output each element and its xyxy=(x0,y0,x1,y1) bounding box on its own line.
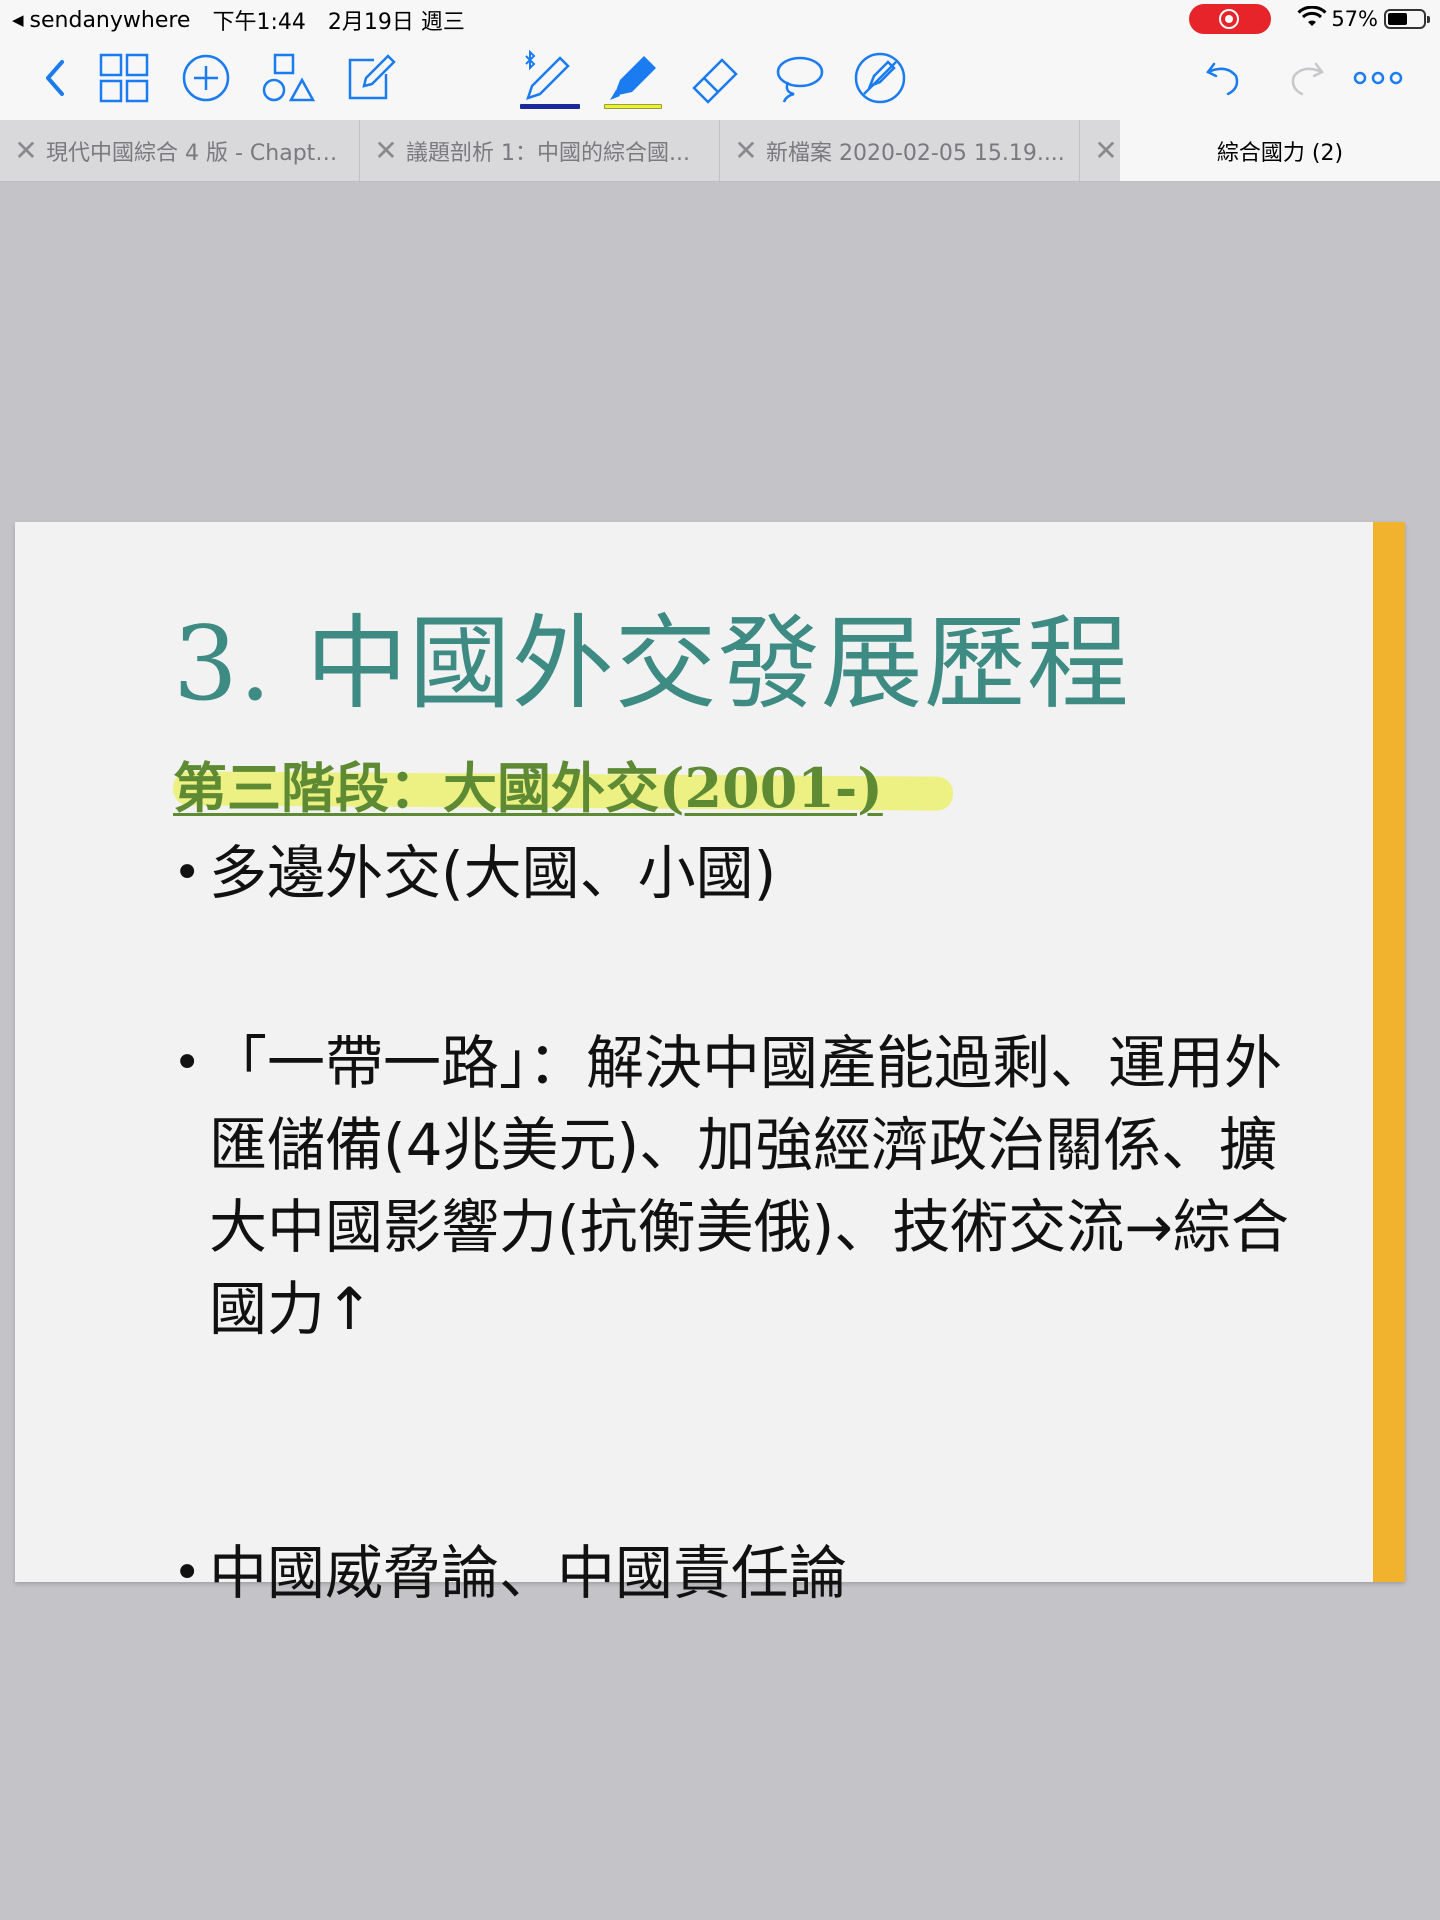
status-time: 下午1:44 xyxy=(212,10,306,35)
close-tab-icon[interactable]: ✕ xyxy=(6,134,46,167)
battery-icon xyxy=(1384,9,1430,29)
tab-label: 議題剖析 1：中國的綜合國... xyxy=(406,140,690,166)
bullet-text: 多邊外交(大國、小國) xyxy=(209,839,777,907)
disable-touch-icon[interactable] xyxy=(848,46,912,110)
toolbar xyxy=(0,38,1440,120)
tab-document-1[interactable]: ✕ 現代中國綜合 4 版 - Chapte... xyxy=(0,120,360,181)
add-circle-icon[interactable] xyxy=(174,46,238,110)
tab-label: 現代中國綜合 4 版 - Chapte... xyxy=(46,140,350,166)
slide-page[interactable]: 3. 中國外交發展歷程 第三階段：大國外交(2001-) • 多邊外交(大國、小… xyxy=(15,522,1405,1607)
bullet-item: • 中國威脅論、中國責任論 xyxy=(173,1532,1323,1614)
wifi-icon xyxy=(1297,5,1327,33)
back-to-app-label[interactable]: sendanywhere xyxy=(30,8,191,33)
bullet-dot: • xyxy=(173,845,202,901)
slide-subheading: 第三階段：大國外交(2001-) xyxy=(173,756,883,820)
highlighter-color-indicator xyxy=(604,104,662,109)
back-chevron-icon[interactable] xyxy=(24,46,88,110)
tab-label: 綜合國力 (2) xyxy=(1216,140,1344,166)
tab-document-4-active[interactable]: 綜合國力 (2) xyxy=(1120,120,1440,181)
bullet-text: 「一帶一路」：解決中國產能過剩、運用外匯儲備(4兆美元)、加強經濟政治關係、擴大… xyxy=(209,1029,1289,1343)
eraser-icon[interactable] xyxy=(684,46,748,110)
screen-recording-icon[interactable] xyxy=(1189,4,1272,34)
undo-icon[interactable] xyxy=(1192,46,1256,110)
tab-document-3[interactable]: ✕ 新檔案 2020-02-05 15.19.... xyxy=(720,120,1080,181)
battery-percent: 57% xyxy=(1331,7,1378,31)
slide-title: 3. 中國外交發展歷程 xyxy=(173,605,1130,724)
pen-color-indicator xyxy=(520,104,580,109)
status-right: 57% xyxy=(1189,4,1430,34)
edit-compose-icon[interactable] xyxy=(338,46,402,110)
lasso-icon[interactable] xyxy=(766,46,830,110)
tab-label: 新檔案 2020-02-05 15.19.... xyxy=(766,140,1065,166)
bullet-dot: • xyxy=(173,1545,202,1601)
status-date: 2月19日 週三 xyxy=(327,10,465,35)
redo-icon xyxy=(1274,46,1338,110)
pen-bluetooth-icon[interactable] xyxy=(518,46,582,110)
slide-accent-bar xyxy=(1373,522,1405,1582)
document-tab-bar: ✕ 現代中國綜合 4 版 - Chapte... ✕ 議題剖析 1：中國的綜合國… xyxy=(0,120,1440,182)
bullet-item: • 多邊外交(大國、小國) xyxy=(173,832,1323,914)
thumbnails-grid-icon[interactable] xyxy=(92,46,156,110)
status-bar: ◀ sendanywhere 下午1:44 2月19日 週三 57% xyxy=(0,0,1440,38)
bullet-dot: • xyxy=(173,1035,202,1091)
battery-fill xyxy=(1388,13,1407,25)
more-icon[interactable] xyxy=(1346,46,1410,110)
close-tab-icon[interactable]: ✕ xyxy=(726,134,766,167)
highlighter-icon[interactable] xyxy=(602,46,666,110)
bullet-text: 中國威脅論、中國責任論 xyxy=(209,1539,848,1607)
status-left: ◀ sendanywhere 下午1:44 2月19日 週三 xyxy=(12,4,465,36)
close-tab-icon[interactable]: ✕ xyxy=(366,134,406,167)
bullet-item: • 「一帶一路」：解決中國產能過剩、運用外匯儲備(4兆美元)、加強經濟政治關係、… xyxy=(173,1022,1333,1350)
tab-document-2[interactable]: ✕ 議題剖析 1：中國的綜合國... xyxy=(360,120,720,181)
shapes-icon[interactable] xyxy=(256,46,320,110)
back-to-app-icon[interactable]: ◀ xyxy=(12,11,24,29)
